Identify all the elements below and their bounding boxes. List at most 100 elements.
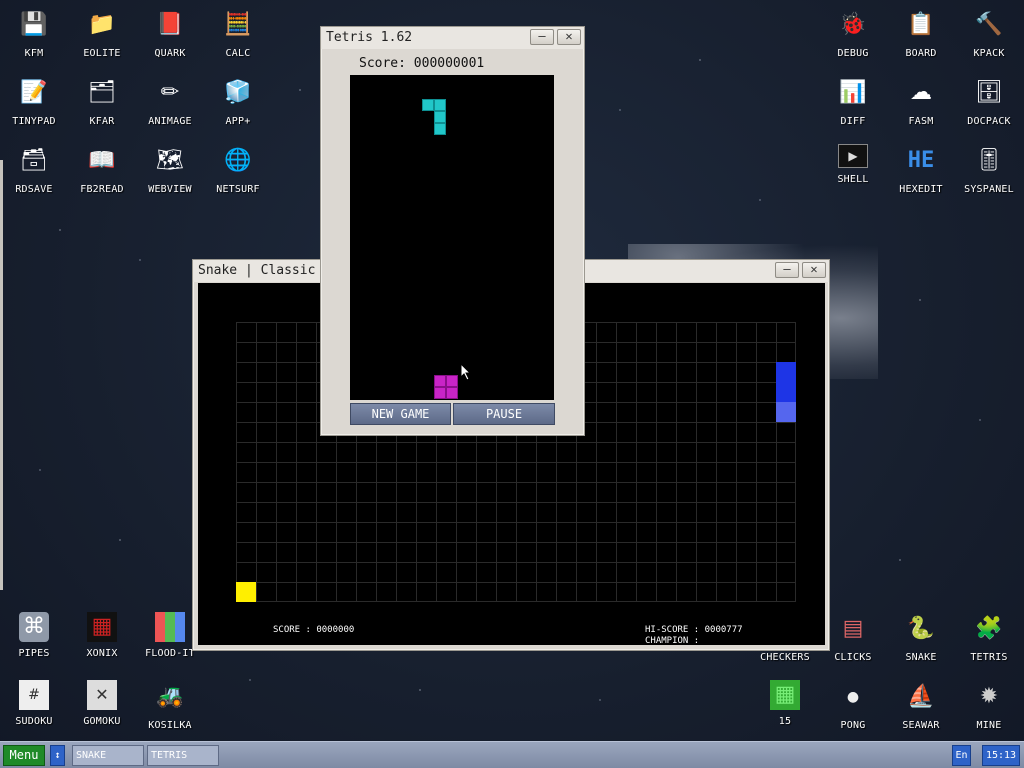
desktop-icon-snake[interactable]: 🐍 SNAKE [887, 612, 955, 674]
tetris-placed-block [434, 375, 446, 387]
desktop-icon-animage[interactable]: ✏ ANIMAGE [136, 76, 204, 138]
desktop-icon-quark[interactable]: 📕 QUARK [136, 8, 204, 70]
desktop-icon-shell[interactable]: ▶ SHELL [819, 144, 887, 206]
tetris-falling-block [434, 99, 446, 111]
tetris-title: Tetris 1.62 [326, 30, 413, 45]
desktop-icon-15[interactable]: ▦ 15 [751, 680, 819, 742]
desktop-icon-debug[interactable]: 🐞 DEBUG [819, 8, 887, 70]
sudoku-icon: # [19, 680, 49, 710]
mouse-cursor-icon [460, 363, 472, 381]
pipes-icon: ⌘ [19, 612, 49, 642]
clock[interactable]: 15:13 [982, 745, 1020, 766]
bug-icon: 🐞 [839, 12, 867, 37]
gomoku-icon: ✕ [87, 680, 117, 710]
globe-icon: 🌐 [224, 148, 252, 173]
desktop-icon-fb2read[interactable]: 📖 FB2READ [68, 144, 136, 206]
desktop-icon-eolite[interactable]: 📁 EOLITE [68, 8, 136, 70]
desktop-icon-docpack[interactable]: 🗄 DOCPACK [955, 76, 1023, 138]
notepad-icon: 📝 [20, 80, 48, 105]
tetris-placed-block [446, 375, 458, 387]
tetris-placed-block [434, 387, 446, 399]
language-indicator[interactable]: En [952, 745, 971, 766]
hex-icon: HE [907, 148, 935, 173]
desktop-icon-pong[interactable]: ● PONG [819, 680, 887, 742]
tetris-close-button[interactable]: ✕ [557, 29, 581, 45]
snake-close-button[interactable]: ✕ [802, 262, 826, 278]
folder-icon: 📁 [88, 12, 116, 37]
menu-button[interactable]: Menu [3, 745, 45, 766]
sliders-icon: 🎚 [975, 148, 1003, 173]
hammer-icon: 🔨 [975, 12, 1003, 37]
desktop-icon-kfm[interactable]: 💾 KFM [0, 8, 68, 70]
snake-body-segment [776, 362, 796, 382]
desktop-icon-calc[interactable]: 🧮 CALC [204, 8, 272, 70]
tetris-window[interactable]: Tetris 1.62 – ✕ Score: 000000001 NEW GAM… [320, 26, 585, 436]
taskbar-item-snake[interactable]: SNAKE [72, 745, 144, 766]
desktop-icon-pipes[interactable]: ⌘ PIPES [0, 612, 68, 674]
calculator-icon: 🧮 [224, 12, 252, 37]
desktop-icon-kfar[interactable]: 🗂 KFAR [68, 76, 136, 138]
xonix-icon: ▦ [87, 612, 117, 642]
desktop-icon-webview[interactable]: 🗺 WEBVIEW [136, 144, 204, 206]
cabinet-icon: 🗄 [975, 80, 1003, 105]
desktop-icon-mine[interactable]: ✹ MINE [955, 680, 1023, 742]
flood-icon: ▩ [155, 612, 185, 642]
desktop-icon-gomoku[interactable]: ✕ GOMOKU [68, 680, 136, 742]
notebook-icon: 📕 [156, 12, 184, 37]
hidden-panel-edge [0, 160, 3, 590]
fifteen-icon: ▦ [770, 680, 800, 710]
tetris-falling-block [434, 123, 446, 135]
desktop-icon-xonix[interactable]: ▦ XONIX [68, 612, 136, 674]
desktop-icon-tinypad[interactable]: 📝 TINYPAD [0, 76, 68, 138]
snake-minimize-button[interactable]: – [775, 262, 799, 278]
pong-icon: ● [846, 689, 860, 705]
task-switch-arrows-icon[interactable]: ↕ [50, 745, 65, 766]
tetris-falling-block [422, 99, 434, 111]
mower-icon: 🚜 [156, 684, 184, 709]
diff-icon: 📊 [839, 80, 867, 105]
snake-champion: CHAMPION : [645, 636, 700, 646]
desktop-icon-hexedit[interactable]: HE HEXEDIT [887, 144, 955, 206]
snake-title: Snake | Classic [198, 263, 316, 278]
map-icon: 🗺 [156, 148, 184, 173]
desktop-icon-app-plus[interactable]: 🧊 APP+ [204, 76, 272, 138]
desktop-icon-fasm[interactable]: ☁ FASM [887, 76, 955, 138]
snake-hi-score: HI-SCORE : 0000777 [645, 625, 743, 635]
ship-icon: ⛵ [907, 684, 935, 709]
pause-button[interactable]: PAUSE [453, 403, 555, 425]
snake-food [236, 582, 256, 602]
desktop-icon-rdsave[interactable]: 🗃 RDSAVE [0, 144, 68, 206]
tetris-titlebar[interactable]: Tetris 1.62 – ✕ [321, 27, 584, 49]
desktop-icon-kpack[interactable]: 🔨 KPACK [955, 8, 1023, 70]
tetris-icon: 🧩 [975, 616, 1003, 641]
floppy-icon: 💾 [20, 12, 48, 37]
cube-icon: 🧊 [224, 80, 252, 105]
snake-score: SCORE : 0000000 [273, 625, 355, 635]
snake-body-segment [776, 382, 796, 402]
desktop-icon-tetris[interactable]: 🧩 TETRIS [955, 612, 1023, 674]
cloud-icon: ☁ [910, 80, 932, 105]
book-icon: 📖 [88, 148, 116, 173]
new-game-button[interactable]: NEW GAME [350, 403, 451, 425]
desktop-icon-diff[interactable]: 📊 DIFF [819, 76, 887, 138]
taskbar: Menu ↕ SNAKE TETRIS En 15:13 [0, 741, 1024, 768]
tetris-minimize-button[interactable]: – [530, 29, 554, 45]
desktop-icon-kosilka[interactable]: 🚜 KOSILKA [136, 680, 204, 742]
snake-head [776, 402, 796, 422]
file-manager-icon: 🗂 [88, 80, 116, 105]
terminal-icon: ▶ [838, 144, 868, 168]
mine-icon: ✹ [979, 684, 999, 709]
desktop-icon-seawar[interactable]: ⛵ SEAWAR [887, 680, 955, 742]
desktop-icon-syspanel[interactable]: 🎚 SYSPANEL [955, 144, 1023, 206]
tetris-board[interactable] [350, 75, 554, 400]
taskbar-item-tetris[interactable]: TETRIS [147, 745, 219, 766]
desktop-icon-board[interactable]: 📋 BOARD [887, 8, 955, 70]
desktop-icon-netsurf[interactable]: 🌐 NETSURF [204, 144, 272, 206]
board-icon: 📋 [907, 12, 935, 37]
tetris-placed-block [446, 387, 458, 399]
brush-icon: ✏ [160, 80, 180, 105]
tetris-score: Score: 000000001 [359, 56, 485, 71]
disk-save-icon: 🗃 [20, 148, 48, 173]
desktop-icon-sudoku[interactable]: # SUDOKU [0, 680, 68, 742]
tetris-falling-block [434, 111, 446, 123]
